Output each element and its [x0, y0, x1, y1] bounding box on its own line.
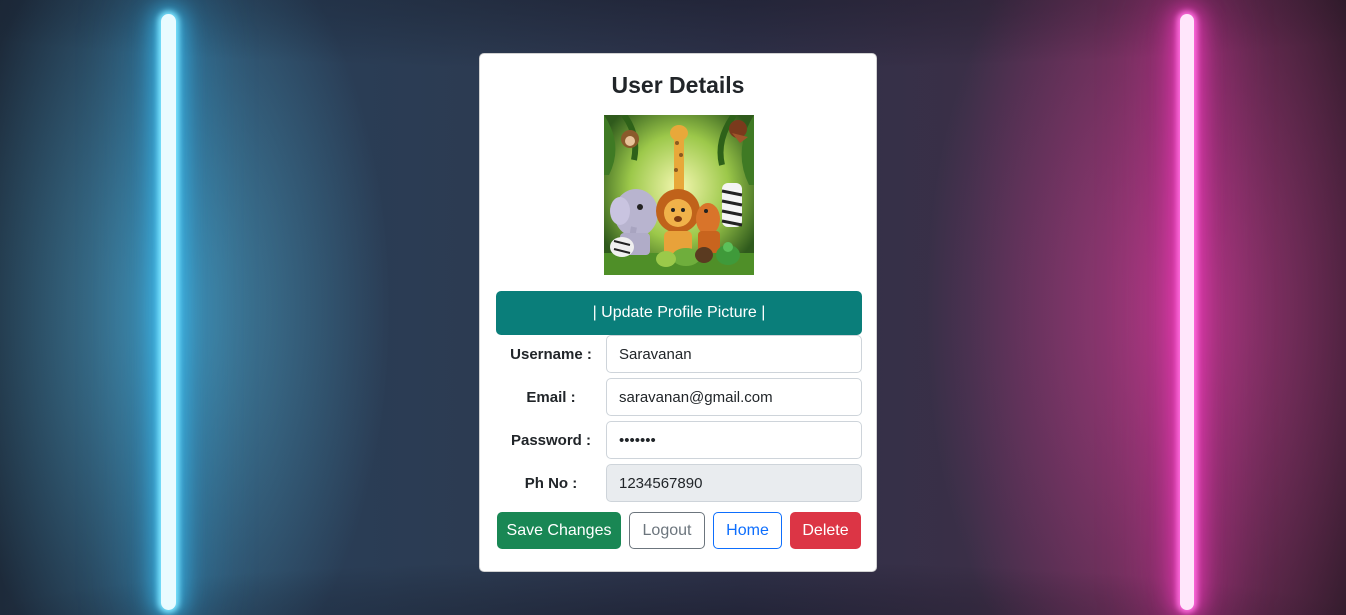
cyan-neon-light: [161, 14, 176, 610]
password-row: Password :: [496, 421, 862, 459]
save-changes-button[interactable]: Save Changes: [497, 512, 621, 549]
phone-row: Ph No :: [496, 464, 862, 502]
email-row: Email :: [496, 378, 862, 416]
user-details-card: User Details | Update Profile Picture | …: [479, 53, 877, 572]
email-input[interactable]: [606, 378, 862, 416]
password-label: Password :: [510, 431, 592, 449]
logout-button[interactable]: Logout: [629, 512, 705, 549]
username-input[interactable]: [606, 335, 862, 373]
email-label: Email :: [526, 388, 576, 406]
username-label: Username :: [510, 345, 592, 363]
pink-neon-light: [1180, 14, 1194, 610]
username-row: Username :: [496, 335, 862, 373]
phone-input: [606, 464, 862, 502]
password-input[interactable]: [606, 421, 862, 459]
page-title: User Details: [611, 72, 745, 98]
phone-label: Ph No :: [524, 474, 578, 492]
jungle-animals-image: [604, 115, 754, 275]
delete-button[interactable]: Delete: [790, 512, 861, 549]
update-profile-picture-button[interactable]: | Update Profile Picture |: [496, 291, 862, 335]
profile-picture: [604, 115, 754, 275]
home-button[interactable]: Home: [713, 512, 782, 549]
